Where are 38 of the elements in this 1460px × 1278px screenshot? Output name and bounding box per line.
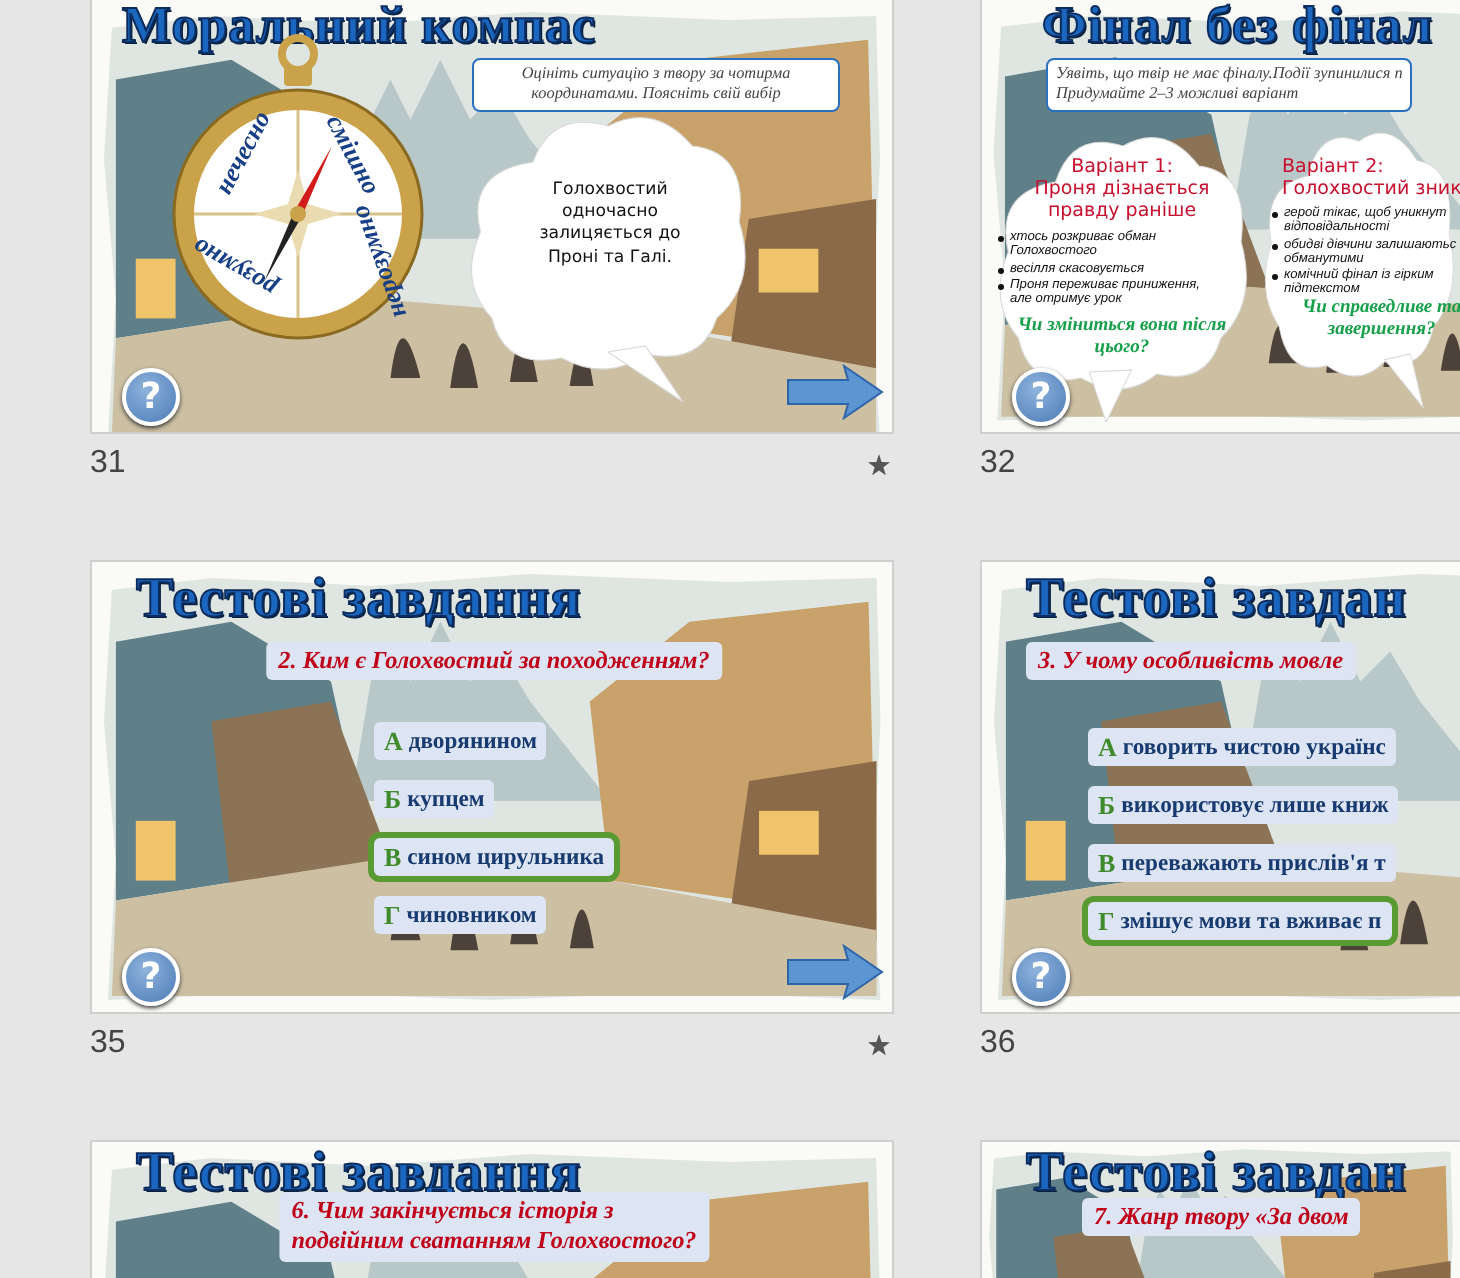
bullet-dot xyxy=(998,236,1004,242)
bullet-dot xyxy=(998,267,1004,273)
slide-title: Фінал без фінал xyxy=(1042,0,1434,52)
question-box: 3. У чому особливість мовле xyxy=(1026,642,1356,681)
variant-question: Чи справедливе та завершення? xyxy=(1302,298,1460,342)
answer-option[interactable]: В переважають прислів'я т xyxy=(1088,844,1396,882)
next-arrow-icon xyxy=(784,944,884,1000)
variant-question: Чи зміниться вона після цього? xyxy=(1015,316,1229,360)
slide-number: 36 xyxy=(980,1026,1016,1062)
slide-title: Тестові завдання xyxy=(136,570,582,632)
bullet-dot xyxy=(1272,274,1278,280)
bubble-text: Голохвостий одночасно залицяється до Проні та Галі. xyxy=(537,180,683,270)
slide-thumbnail[interactable]: Тестові завдання 2. Ким є Голохвостий за походженням? А дворянином Б купцем В сином цирульника Г чиновником ? xyxy=(90,560,894,1014)
instruction-box: Уявіть, що твір не має фіналу.Події зупинилися п Придумайте 2–3 можливі варіант xyxy=(1046,58,1413,111)
slide-number: 31 xyxy=(90,446,126,482)
slide-thumbnail[interactable]: Тестові завдан 7. Жанр твору «За двом xyxy=(980,1140,1460,1278)
answer-option[interactable]: Г змішує мови та вживає п xyxy=(1088,902,1392,940)
slide-thumbnail[interactable]: Тестові завдання 6. Чим закінчується історія з подвійним сватанням Голохвостого? xyxy=(90,1140,894,1278)
slide-number: 35 xyxy=(90,1026,126,1062)
instruction-box: Оцініть ситуацію з твору за чотирма координатами. Поясніть свій вибір xyxy=(472,58,840,111)
slide-thumbnail[interactable]: Тестові завдан 3. У чому особливість мовле А говорить чистою українс Б використовує лише книж В переважають прислів'я т Г змішує мови та вживає п ? xyxy=(980,560,1460,1014)
slide-title: Моральний компас xyxy=(122,0,597,52)
variant-heading: Варіант 1: Проня дізнається правду раніше xyxy=(1032,158,1212,224)
answer-option[interactable]: В сином цирульника xyxy=(374,838,614,876)
answer-option[interactable]: Б купцем xyxy=(374,780,495,818)
question-box: 7. Жанр твору «За двом xyxy=(1082,1198,1361,1237)
answer-option[interactable]: А дворянином xyxy=(374,722,547,760)
answer-option[interactable]: Б використовує лише книж xyxy=(1088,786,1399,824)
bullet-dot xyxy=(1272,243,1278,249)
bullet-dot xyxy=(998,283,1004,290)
slide-title: Тестові завдан xyxy=(1026,570,1407,632)
next-arrow-icon xyxy=(784,364,884,420)
bullet-dot xyxy=(1272,212,1278,218)
answer-option[interactable]: А говорить чистою українс xyxy=(1088,728,1396,766)
answer-option[interactable]: Г чиновником xyxy=(374,896,547,934)
slide-number: 32 xyxy=(980,446,1016,482)
question-box: 2. Ким є Голохвостий за походженням? xyxy=(266,642,722,681)
question-box: 6. Чим закінчується історія з подвійним сватанням Голохвостого? xyxy=(279,1192,709,1261)
